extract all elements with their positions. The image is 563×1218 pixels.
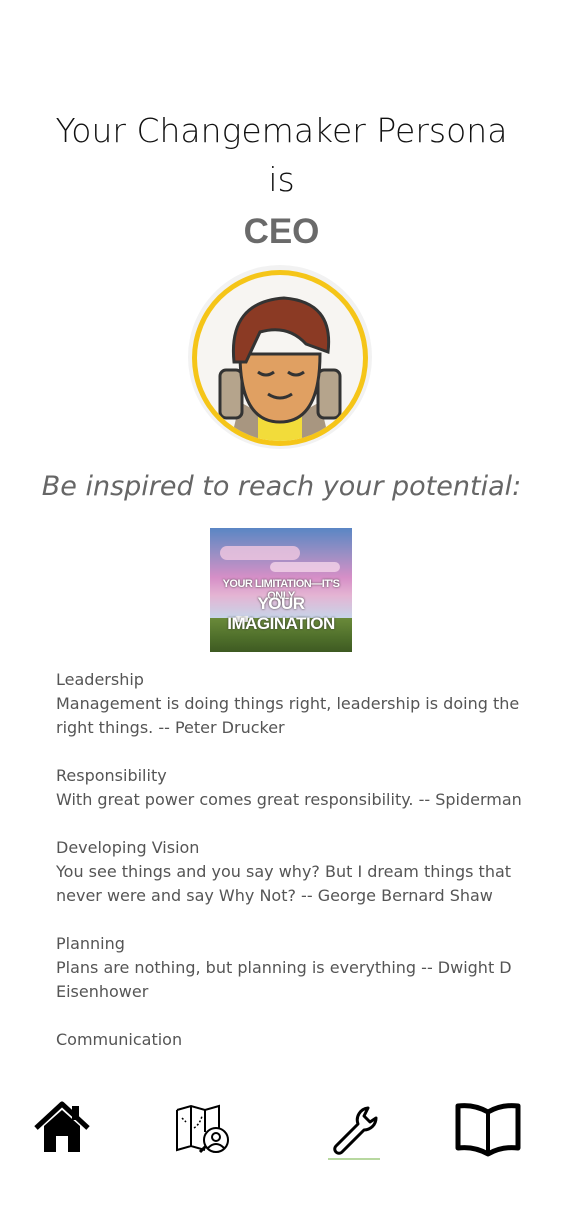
quote-text: With great power comes great responsibil…	[56, 790, 522, 809]
inspiration-heading: Be inspired to reach your potential:	[41, 471, 522, 502]
bottom-nav	[0, 1086, 563, 1218]
quote-item: Leadership Management is doing things ri…	[56, 668, 526, 740]
wrench-icon	[328, 1106, 380, 1160]
inspiration-image: YOUR LIMITATION—IT'S ONLY YOUR IMAGINATI…	[210, 528, 352, 652]
quotes-list: Leadership Management is doing things ri…	[56, 668, 526, 1076]
quote-text: Plans are nothing, but planning is every…	[56, 958, 512, 1001]
persona-avatar-icon	[188, 262, 372, 452]
nav-home-button[interactable]	[32, 1100, 92, 1156]
map-search-icon	[176, 1104, 229, 1154]
page-title-line1: Your Changemaker Persona	[55, 111, 508, 150]
quote-item: Communication	[56, 1028, 526, 1052]
quote-topic: Responsibility	[56, 766, 167, 785]
nav-tools-button[interactable]	[326, 1102, 382, 1162]
quote-item: Responsibility With great power comes gr…	[56, 764, 526, 812]
persona-name: CEO	[243, 212, 320, 251]
quote-text: Management is doing things right, leader…	[56, 694, 520, 737]
book-icon	[455, 1103, 521, 1157]
quote-item: Developing Vision You see things and you…	[56, 836, 526, 908]
quote-topic: Leadership	[56, 670, 144, 689]
quote-item: Planning Plans are nothing, but planning…	[56, 932, 526, 1004]
nav-book-button[interactable]	[454, 1102, 522, 1158]
home-icon	[34, 1101, 90, 1152]
quote-topic: Planning	[56, 934, 125, 953]
quote-topic: Communication	[56, 1030, 183, 1049]
quote-topic: Developing Vision	[56, 838, 200, 857]
page-title-line2: is	[268, 160, 295, 199]
inspiration-image-text-line2: YOUR IMAGINATION	[227, 594, 335, 633]
nav-map-button[interactable]	[174, 1104, 234, 1154]
quote-text: You see things and you say why? But I dr…	[56, 862, 512, 905]
